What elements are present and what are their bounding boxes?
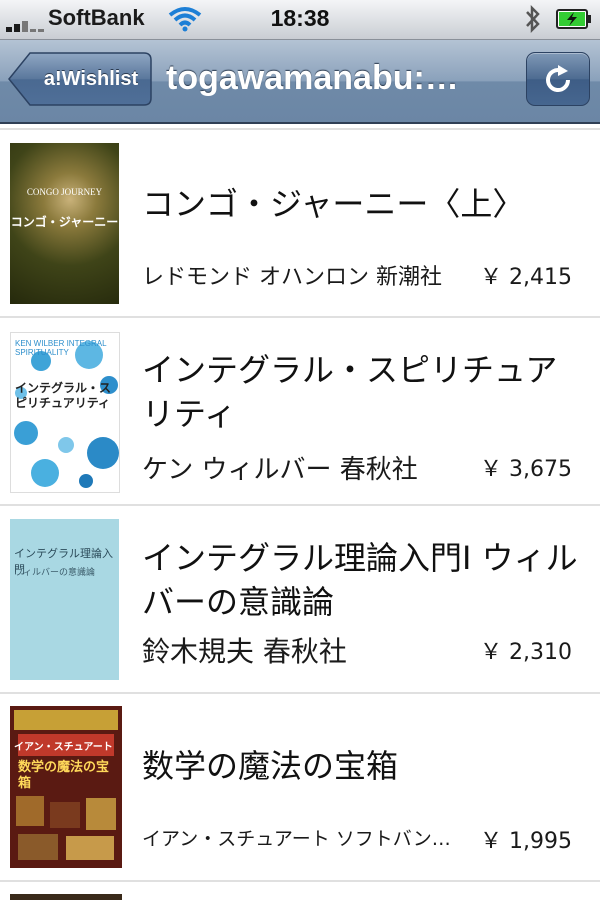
- list-item[interactable]: イアン・スチュアート 数学の魔法の宝箱 数学の魔法の宝箱 イアン・スチュアート …: [0, 694, 600, 882]
- cover-title-text: 数学の魔法の宝箱: [18, 760, 110, 791]
- book-title: 数学の魔法の宝箱: [142, 747, 399, 785]
- back-button[interactable]: a!Wishlist: [8, 52, 152, 106]
- book-author-publisher: ケン ウィルバー 春秋社: [142, 455, 418, 485]
- battery-charging-icon: [556, 9, 591, 29]
- back-button-label: a!Wishlist: [43, 68, 139, 90]
- book-title: インテグラル・スピリチュアリティ: [142, 351, 558, 433]
- cover-small-text: CONGO JOURNEY: [26, 187, 103, 197]
- book-title: インテグラル理論入門I ウィルバーの意識論: [142, 539, 578, 621]
- bluetooth-icon: [526, 4, 540, 34]
- list-item[interactable]: インテグラル理論入門 ウィルバーの意識論 インテグラル理論入門I ウィルバーの意…: [0, 506, 600, 694]
- book-author-publisher: レドモンド オハンロン 新潮社: [142, 265, 442, 290]
- cover-small-text: KEN WILBER INTEGRAL SPIRITUALITY: [15, 339, 107, 357]
- navigation-bar: a!Wishlist togawamanabu:…: [0, 40, 600, 124]
- book-title: コンゴ・ジャーニー〈上〉: [142, 185, 525, 223]
- book-author-publisher: 鈴木規夫 春秋社: [142, 635, 347, 668]
- list-item[interactable]: CONGO JOURNEY コンゴ・ジャーニー コンゴ・ジャーニー〈上〉 レドモ…: [0, 130, 600, 318]
- list-item[interactable]: KEN WILBER INTEGRAL SPIRITUALITY インテグラル・…: [0, 318, 600, 506]
- book-author-publisher: イアン・スチュアート ソフトバンク クリエイティブ: [142, 828, 462, 850]
- book-cover: インテグラル理論入門 ウィルバーの意識論: [10, 519, 119, 680]
- status-time: 18:38: [270, 5, 330, 31]
- status-bar: SoftBank 18:38: [0, 0, 600, 40]
- refresh-icon: [546, 65, 571, 93]
- page-title: togawamanabu:…: [166, 59, 459, 97]
- book-cover: KEN WILBER INTEGRAL SPIRITUALITY インテグラル・…: [10, 332, 120, 493]
- book-cover: [10, 894, 122, 900]
- book-price: ￥ 1,995: [480, 829, 572, 854]
- book-cover: イアン・スチュアート 数学の魔法の宝箱: [10, 706, 122, 868]
- book-cover: CONGO JOURNEY コンゴ・ジャーニー: [10, 143, 119, 304]
- cover-title-text: インテグラル・スピリチュアリティ: [15, 381, 112, 410]
- cover-subtitle-text: ウィルバーの意識論: [14, 568, 96, 578]
- list-item-partial[interactable]: [0, 882, 600, 900]
- cover-title-text: コンゴ・ジャーニー: [10, 215, 119, 229]
- book-price: ￥ 3,675: [480, 457, 572, 482]
- cover-bubbles: [14, 341, 119, 488]
- wishlist-list[interactable]: CONGO JOURNEY コンゴ・ジャーニー コンゴ・ジャーニー〈上〉 レドモ…: [0, 124, 600, 900]
- book-price: ￥ 2,415: [480, 265, 572, 290]
- cover-author-text: イアン・スチュアート: [14, 742, 113, 753]
- book-price: ￥ 2,310: [480, 640, 572, 665]
- refresh-button[interactable]: [526, 52, 590, 106]
